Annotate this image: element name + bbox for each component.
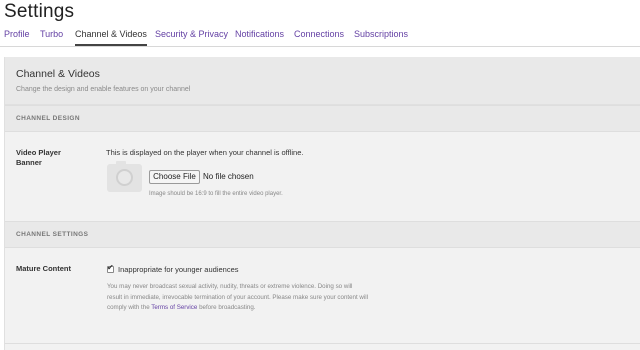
terms-of-service-link[interactable]: Terms of Service xyxy=(151,304,197,311)
channel-design-header: CHANNEL DESIGN xyxy=(5,105,640,132)
choose-file-button[interactable]: Choose File xyxy=(149,170,200,184)
channel-settings-heading: CHANNEL SETTINGS xyxy=(16,231,89,238)
tab-channel-videos[interactable]: Channel & Videos xyxy=(75,29,147,46)
panel-header: Channel & Videos Change the design and e… xyxy=(5,57,640,105)
channel-settings-header: CHANNEL SETTINGS xyxy=(5,221,640,248)
channel-videos-panel: Channel & Videos Change the design and e… xyxy=(4,57,640,350)
banner-hint: Image should be 16:9 to fill the entire … xyxy=(149,191,283,197)
mature-content-warning: You may never broadcast sexual activity,… xyxy=(107,282,392,314)
section-divider xyxy=(5,343,640,344)
tab-profile[interactable]: Profile xyxy=(4,29,30,39)
mature-content-checkbox[interactable] xyxy=(107,263,114,273)
settings-tabs: Profile Turbo Channel & Videos Security … xyxy=(0,26,640,47)
banner-description: This is displayed on the player when you… xyxy=(106,148,304,157)
video-player-banner-label-line1: Video Player xyxy=(16,148,61,157)
warning-line-3-suffix: before broadcasting. xyxy=(199,304,256,311)
panel-title: Channel & Videos xyxy=(16,68,100,80)
camera-icon xyxy=(107,161,142,192)
file-status: No file chosen xyxy=(203,172,254,181)
tab-connections[interactable]: Connections xyxy=(294,29,344,39)
tab-subscriptions[interactable]: Subscriptions xyxy=(354,29,408,39)
tab-security-privacy[interactable]: Security & Privacy xyxy=(155,29,228,39)
warning-line-1: You may never broadcast sexual activity,… xyxy=(107,283,353,290)
mature-content-label: Mature Content xyxy=(16,264,71,273)
warning-line-3-prefix: comply with the xyxy=(107,304,150,311)
tab-notifications[interactable]: Notifications xyxy=(235,29,284,39)
video-player-banner-label: Video Player Banner xyxy=(16,148,61,168)
warning-line-2: result in immediate, irrevocable termina… xyxy=(107,293,369,301)
video-player-banner-label-line2: Banner xyxy=(16,158,42,167)
channel-design-heading: CHANNEL DESIGN xyxy=(16,115,80,122)
panel-subtitle: Change the design and enable features on… xyxy=(16,86,191,93)
mature-content-checkbox-label[interactable]: Inappropriate for younger audiences xyxy=(118,265,239,274)
tab-turbo[interactable]: Turbo xyxy=(40,29,63,39)
page-title: Settings xyxy=(4,1,75,22)
